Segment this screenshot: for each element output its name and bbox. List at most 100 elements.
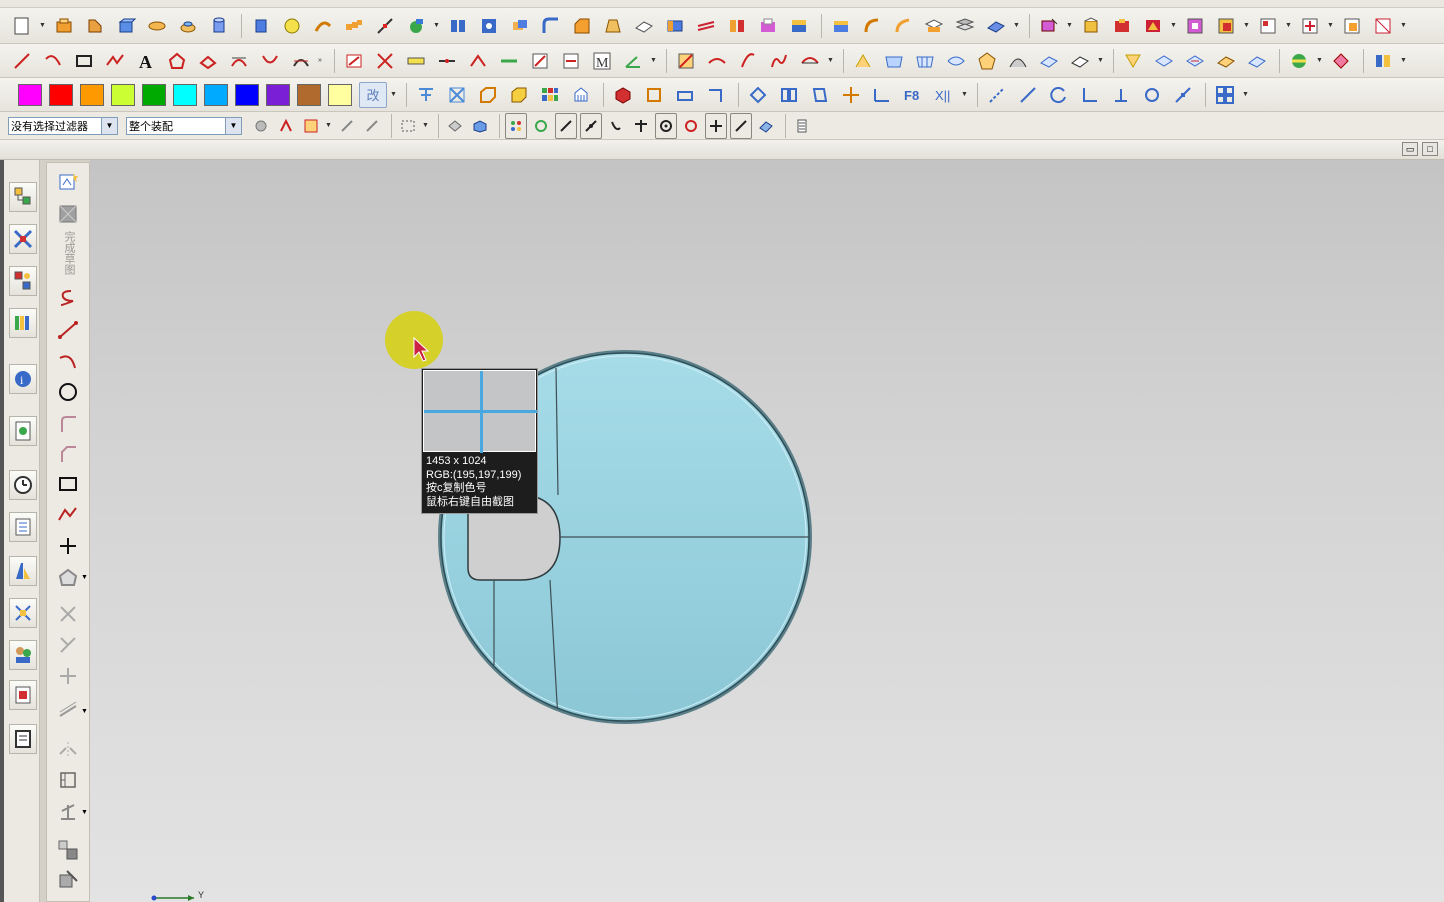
drawing-template-tab[interactable] [9, 680, 37, 710]
reposition-dropdown-arrow[interactable]: ▼ [1170, 22, 1178, 29]
sweep-brush-button[interactable] [567, 82, 595, 108]
snap-grid-button[interactable] [530, 113, 552, 139]
chevron-down-icon[interactable]: ▼ [101, 117, 117, 134]
trimmed-sheet-button[interactable] [1066, 48, 1094, 74]
color-swatch[interactable] [80, 83, 104, 106]
quick-trim-button[interactable] [54, 601, 82, 627]
curve-surface-button[interactable] [982, 13, 1010, 39]
snap-point-on-curve-button[interactable] [730, 112, 752, 139]
reposition-component-button[interactable] [1139, 13, 1167, 39]
stacked-layers-button[interactable] [951, 13, 979, 39]
sequence-button[interactable] [1212, 13, 1240, 39]
selection-filter-combo[interactable]: 没有选择过滤器 ▼ [8, 116, 118, 135]
color-swatch[interactable] [266, 83, 290, 106]
select-solid-button[interactable] [444, 113, 466, 139]
sketch-polygon-button[interactable]: ▼ [54, 564, 88, 590]
detail-view-button[interactable] [806, 82, 834, 108]
swept-surface-button[interactable] [942, 48, 970, 74]
snap-line-button[interactable] [983, 82, 1011, 108]
intersection-curve-button[interactable] [256, 48, 284, 74]
intersect-button[interactable] [785, 13, 813, 39]
boolean-button[interactable] [506, 13, 534, 39]
layout-grid-button[interactable] [1211, 82, 1239, 108]
wave-link-button[interactable] [1296, 13, 1324, 39]
palette-dropdown-arrow[interactable]: ▼ [390, 91, 398, 98]
offset-face-button[interactable] [630, 13, 658, 39]
user-roles-tab[interactable] [9, 640, 37, 670]
sketch-spline-button[interactable] [54, 502, 82, 528]
mate-component-button[interactable] [1108, 13, 1136, 39]
angle-snap-button[interactable] [1076, 82, 1104, 108]
angle-tool-button[interactable] [619, 48, 647, 74]
sheet-sew-button[interactable] [1181, 48, 1209, 74]
dimension-tool-button[interactable] [412, 82, 440, 108]
surface-offset-button[interactable] [889, 13, 917, 39]
sketch-rectangle-button[interactable] [54, 471, 82, 497]
select-edge-button[interactable] [336, 113, 358, 139]
curvature-comb-button[interactable] [557, 48, 585, 74]
hole-button[interactable] [475, 13, 503, 39]
maximize-window-button[interactable]: □ [1422, 142, 1438, 156]
analyze-dropdown-arrow[interactable]: ▼ [650, 57, 658, 64]
sketch-line-button[interactable] [54, 317, 82, 343]
assembly-component-button[interactable] [1035, 13, 1063, 39]
color-swatch[interactable] [49, 83, 73, 106]
assembly-navigator-tab[interactable] [9, 182, 37, 212]
reference-dropdown-arrow[interactable]: ▼ [1285, 22, 1293, 29]
navigator-button[interactable] [791, 113, 813, 139]
surface-dropdown-arrow[interactable]: ▼ [1013, 22, 1021, 29]
curve-more-arrow[interactable]: » [318, 57, 326, 64]
f8-view-button[interactable]: F8 [899, 82, 927, 108]
drafting-dropdown-arrow[interactable]: ▼ [961, 91, 969, 98]
color-swatch[interactable] [18, 83, 42, 106]
boss-button[interactable] [174, 13, 202, 39]
snap-existing-point-button[interactable] [705, 112, 727, 139]
palette-edit-button[interactable]: 改 [359, 81, 387, 108]
snap-point-on-surface-button[interactable] [755, 113, 777, 139]
rotate-snap-button[interactable] [1138, 82, 1166, 108]
split-body-button[interactable] [692, 13, 720, 39]
shaded-box-button[interactable] [505, 82, 533, 108]
extrude-button[interactable] [50, 13, 78, 39]
surface-tools-dropdown-arrow[interactable]: ▼ [1097, 57, 1105, 64]
profile-tool-button[interactable] [54, 285, 82, 311]
derived-dropdown-arrow[interactable]: ▼ [827, 57, 835, 64]
snap-endpoint-select-button[interactable] [555, 112, 577, 139]
show-constraints-button[interactable] [54, 837, 82, 863]
filter-reset-button[interactable] [250, 113, 272, 139]
part-navigator-tab[interactable] [9, 266, 37, 296]
draft-button[interactable] [599, 13, 627, 39]
join-curve-button[interactable] [495, 48, 523, 74]
snap-quadrant-button[interactable] [680, 113, 702, 139]
studio-spline-button[interactable] [101, 48, 129, 74]
constraint-navigator-tab[interactable] [9, 224, 37, 254]
clock-tab[interactable] [9, 470, 37, 500]
material-button[interactable] [1327, 48, 1355, 74]
view-dropdown-arrow[interactable]: ▼ [1400, 57, 1408, 64]
revolve-button[interactable] [81, 13, 109, 39]
bridge-curve-button[interactable] [287, 48, 315, 74]
grid-color-button[interactable] [536, 82, 564, 108]
wave-dropdown-arrow[interactable]: ▼ [1327, 22, 1335, 29]
restore-window-button[interactable]: ▭ [1402, 142, 1418, 156]
sketch-name-button[interactable] [54, 201, 82, 227]
trim-body-button[interactable] [402, 13, 430, 39]
unite-button[interactable] [723, 13, 751, 39]
roles-tab[interactable] [9, 556, 37, 586]
x-form-button[interactable] [1119, 48, 1147, 74]
history-tab[interactable] [9, 416, 37, 446]
constraint-dropdown-arrow[interactable]: ▼ [1400, 22, 1408, 29]
trim-curve-button[interactable] [371, 48, 399, 74]
quick-extend-button[interactable] [54, 632, 82, 658]
color-swatch[interactable] [173, 83, 197, 106]
surface-offset-tool-button[interactable] [1212, 48, 1240, 74]
select-face-button[interactable] [361, 113, 383, 139]
chamfer-button[interactable] [568, 13, 596, 39]
cylinder-primitive-button[interactable] [247, 13, 275, 39]
face-edit-button[interactable] [827, 13, 855, 39]
offset-dropdown-arrow[interactable]: ▼ [81, 708, 88, 715]
helix-button[interactable] [734, 48, 762, 74]
line-tool-button[interactable] [8, 48, 36, 74]
view-section-button[interactable] [1369, 48, 1397, 74]
rectangle-select-button[interactable] [397, 113, 419, 139]
